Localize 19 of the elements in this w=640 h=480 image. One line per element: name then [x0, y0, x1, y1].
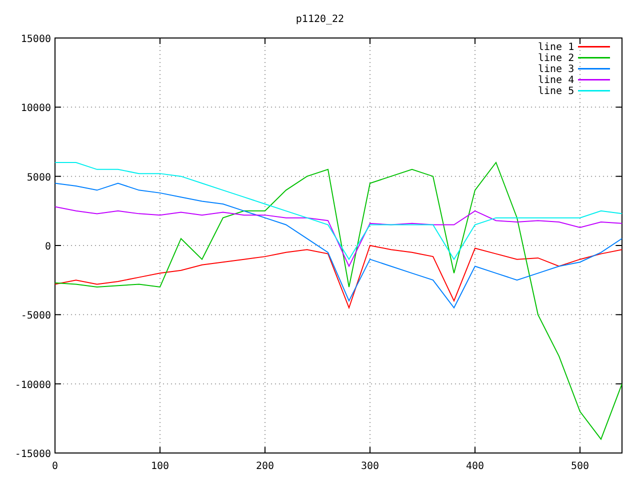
x-tick-label: 100 — [150, 461, 170, 472]
y-tick-label: 5000 — [26, 172, 51, 184]
legend-label: line 1 — [538, 42, 574, 53]
legend-label: line 5 — [538, 86, 574, 97]
legend-label: line 3 — [538, 64, 574, 75]
chart-title: p1120_22 — [296, 14, 344, 25]
x-tick-label: 0 — [52, 461, 58, 472]
x-tick-label: 500 — [570, 461, 590, 472]
x-tick-label: 300 — [360, 461, 380, 472]
legend-label: line 2 — [538, 53, 574, 64]
y-tick-label: 15000 — [20, 34, 51, 45]
x-tick-label: 200 — [256, 461, 274, 472]
y-tick-label: -15000 — [14, 449, 51, 460]
y-tick-label: 0 — [44, 242, 51, 252]
y-tick-label: 10000 — [20, 103, 51, 114]
x-tick-label: 400 — [466, 461, 484, 472]
y-tick-label: -10000 — [14, 380, 51, 391]
y-tick-label: -5000 — [20, 310, 51, 322]
legend-label: line 4 — [538, 75, 574, 86]
